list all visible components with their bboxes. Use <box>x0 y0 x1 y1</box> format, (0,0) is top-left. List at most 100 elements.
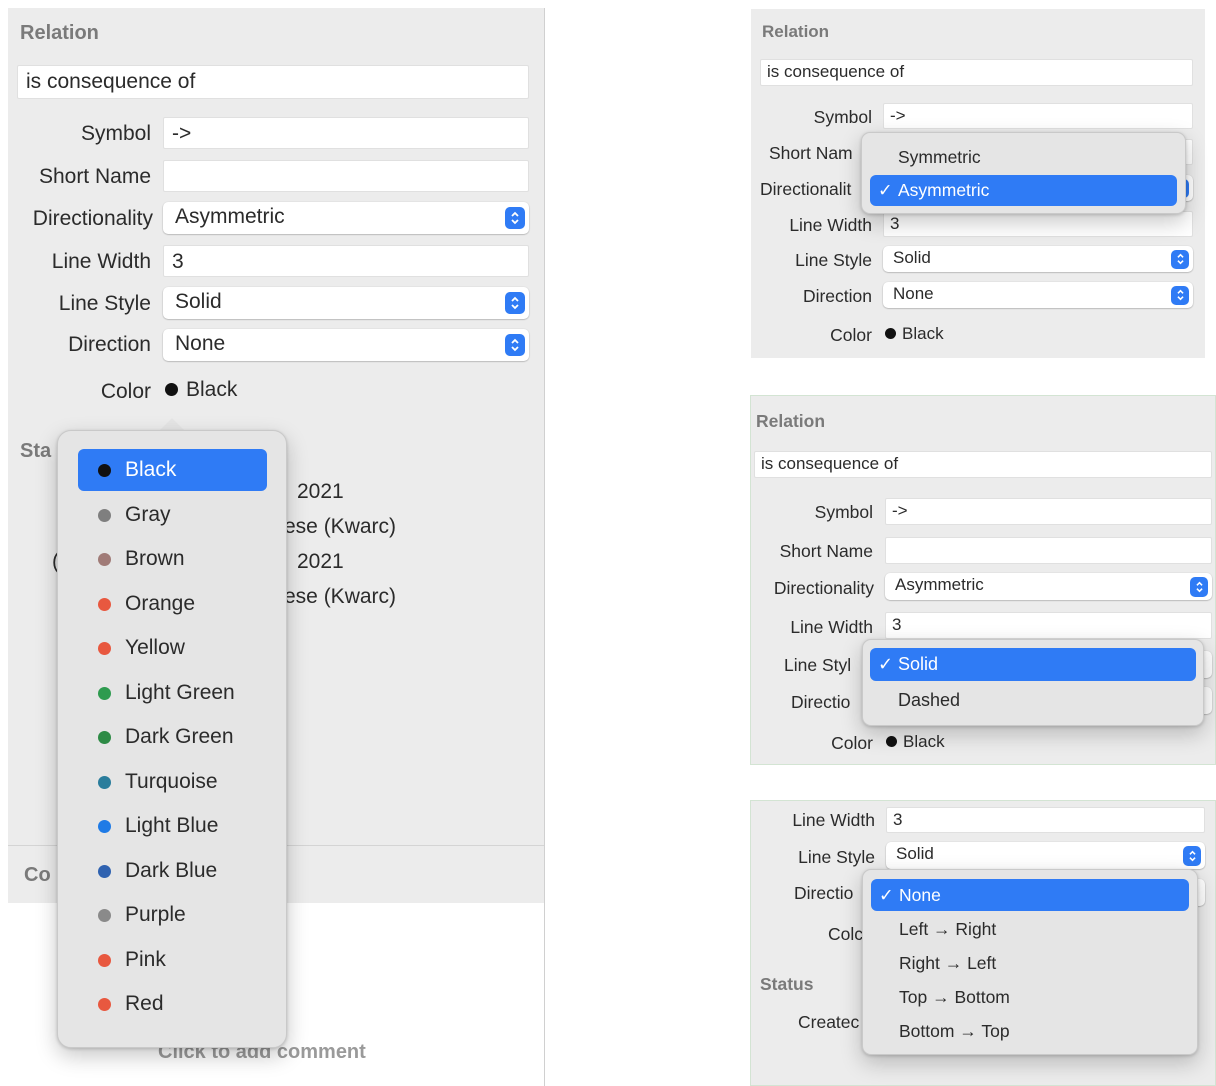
symbol-field[interactable]: -> <box>883 103 1193 129</box>
color-menu-item-label: Black <box>125 458 177 481</box>
line-width-label: Line Width <box>792 810 875 830</box>
stepper-icon <box>505 334 525 356</box>
line-width-field[interactable]: 3 <box>163 245 529 277</box>
color-label: Colc <box>828 924 864 944</box>
directionality-value: Asymmetric <box>895 575 984 594</box>
stepper-icon <box>1171 249 1189 269</box>
direction-label: Directio <box>791 692 851 712</box>
color-menu-item-label: Dark Green <box>125 725 234 748</box>
color-picker-button[interactable]: Black <box>886 732 945 752</box>
direction-label: Direction <box>68 333 151 356</box>
color-menu-item-label: Light Blue <box>125 814 219 837</box>
color-picker-button[interactable]: Black <box>165 378 237 402</box>
line-style-option-dashed[interactable]: Dashed <box>870 684 1196 717</box>
short-name-field[interactable] <box>885 537 1212 564</box>
directionality-option-symmetric[interactable]: Symmetric <box>870 142 1177 173</box>
color-menu-item-light-green[interactable]: Light Green <box>78 672 267 714</box>
color-menu-item-brown[interactable]: Brown <box>78 538 267 580</box>
direction-option-none[interactable]: ✓ None <box>871 879 1189 911</box>
line-style-select[interactable]: Solid <box>886 842 1205 869</box>
color-menu-item-light-blue[interactable]: Light Blue <box>78 805 267 847</box>
directionality-label: Directionality <box>773 578 874 598</box>
color-dot-icon <box>98 686 111 700</box>
stepper-icon <box>505 292 525 314</box>
checkmark-icon: ✓ <box>878 180 893 200</box>
stepper-icon <box>505 207 525 229</box>
menu-item-label: None <box>899 885 941 905</box>
color-menu-item-red[interactable]: Red <box>78 983 267 1025</box>
menu-item-label: Left → Right <box>899 919 997 939</box>
line-style-menu: ✓ Solid Dashed <box>862 639 1204 726</box>
color-menu: Black Gray Brown Orange Yellow Light Green Dar… <box>57 430 287 1048</box>
direction-option-top-bottom[interactable]: Top → Bottom <box>871 981 1189 1013</box>
directionality-select[interactable]: Asymmetric <box>163 202 529 234</box>
short-name-label: Short Name <box>779 541 873 561</box>
direction-value: None <box>175 332 226 355</box>
color-menu-item-purple[interactable]: Purple <box>78 894 267 936</box>
line-width-field[interactable]: 3 <box>885 612 1212 639</box>
color-label: Color <box>100 380 151 403</box>
relation-name-field[interactable]: is consequence of <box>754 451 1212 478</box>
color-menu-item-label: Gray <box>125 502 171 526</box>
color-dot-icon <box>98 553 111 566</box>
line-width-label: Line Width <box>790 617 873 637</box>
color-menu-item-label: Turquoise <box>125 769 218 793</box>
color-menu-item-label: Red <box>125 992 164 1015</box>
line-width-field[interactable]: 3 <box>883 211 1193 237</box>
menu-item-label: Right → Left <box>899 953 997 973</box>
line-style-option-solid[interactable]: ✓ Solid <box>870 648 1196 681</box>
direction-select[interactable]: None <box>883 282 1193 308</box>
symbol-field[interactable]: -> <box>163 117 529 149</box>
color-menu-item-gray[interactable]: Gray <box>78 494 267 536</box>
short-name-field[interactable] <box>163 160 529 192</box>
color-menu-item-orange[interactable]: Orange <box>78 583 267 625</box>
color-dot-icon <box>98 953 111 967</box>
stepper-icon <box>1183 845 1201 866</box>
color-label: Color <box>830 325 872 345</box>
color-dot-icon <box>98 464 111 477</box>
color-menu-item-pink[interactable]: Pink <box>78 939 267 981</box>
symbol-label: Symbol <box>80 122 151 145</box>
line-style-label: Line Style <box>58 292 151 315</box>
line-style-select[interactable]: Solid <box>163 287 529 319</box>
direction-option-bottom-top[interactable]: Bottom → Top <box>871 1015 1189 1047</box>
color-menu-item-label: Purple <box>125 903 186 926</box>
color-menu-item-label: Dark Blue <box>125 858 218 882</box>
color-dot-icon <box>98 998 111 1011</box>
checkmark-icon: ✓ <box>879 885 894 905</box>
short-name-label: Short Name <box>38 165 151 188</box>
relation-name-field[interactable]: is consequence of <box>17 65 529 99</box>
direction-select[interactable]: None <box>163 329 529 361</box>
menu-item-label: Symmetric <box>898 147 981 167</box>
line-width-label: Line Width <box>51 250 151 273</box>
symbol-field[interactable]: -> <box>885 498 1212 525</box>
directionality-option-asymmetric[interactable]: ✓ Asymmetric <box>870 175 1177 206</box>
color-picker-button[interactable]: Black <box>885 324 944 344</box>
line-style-label: Line Style <box>795 250 872 270</box>
line-width-field[interactable]: 3 <box>886 807 1205 833</box>
color-menu-item-turquoise[interactable]: Turquoise <box>78 761 267 803</box>
direction-menu: ✓ None Left → Right Right → Left Top → Botto… <box>862 869 1198 1055</box>
color-menu-item-dark-blue[interactable]: Dark Blue <box>78 850 267 892</box>
relation-name-field[interactable]: is consequence of <box>760 59 1193 86</box>
section-header-status: Sta <box>20 440 52 462</box>
line-style-value: Solid <box>175 290 222 313</box>
color-menu-item-label: Orange <box>125 591 196 615</box>
color-dot-icon <box>98 597 111 611</box>
line-style-select[interactable]: Solid <box>883 246 1193 272</box>
color-menu-item-yellow[interactable]: Yellow <box>78 627 267 669</box>
direction-option-right-left[interactable]: Right → Left <box>871 947 1189 979</box>
section-header-relation: Relation <box>756 411 826 431</box>
line-style-label: Line Style <box>798 847 875 867</box>
directionality-value: Asymmetric <box>175 205 285 228</box>
color-dot-icon <box>98 864 111 878</box>
status-created-date: 2021 <box>297 480 344 503</box>
symbol-label: Symbol <box>814 502 873 522</box>
color-dot-icon <box>98 508 111 522</box>
color-menu-item-dark-green[interactable]: Dark Green <box>78 716 267 758</box>
symbol-label: Symbol <box>813 107 872 127</box>
color-menu-item-black[interactable]: Black <box>78 449 267 491</box>
menu-item-label: Bottom → Top <box>899 1021 1010 1041</box>
direction-option-left-right[interactable]: Left → Right <box>871 913 1189 945</box>
directionality-select[interactable]: Asymmetric <box>885 573 1212 600</box>
